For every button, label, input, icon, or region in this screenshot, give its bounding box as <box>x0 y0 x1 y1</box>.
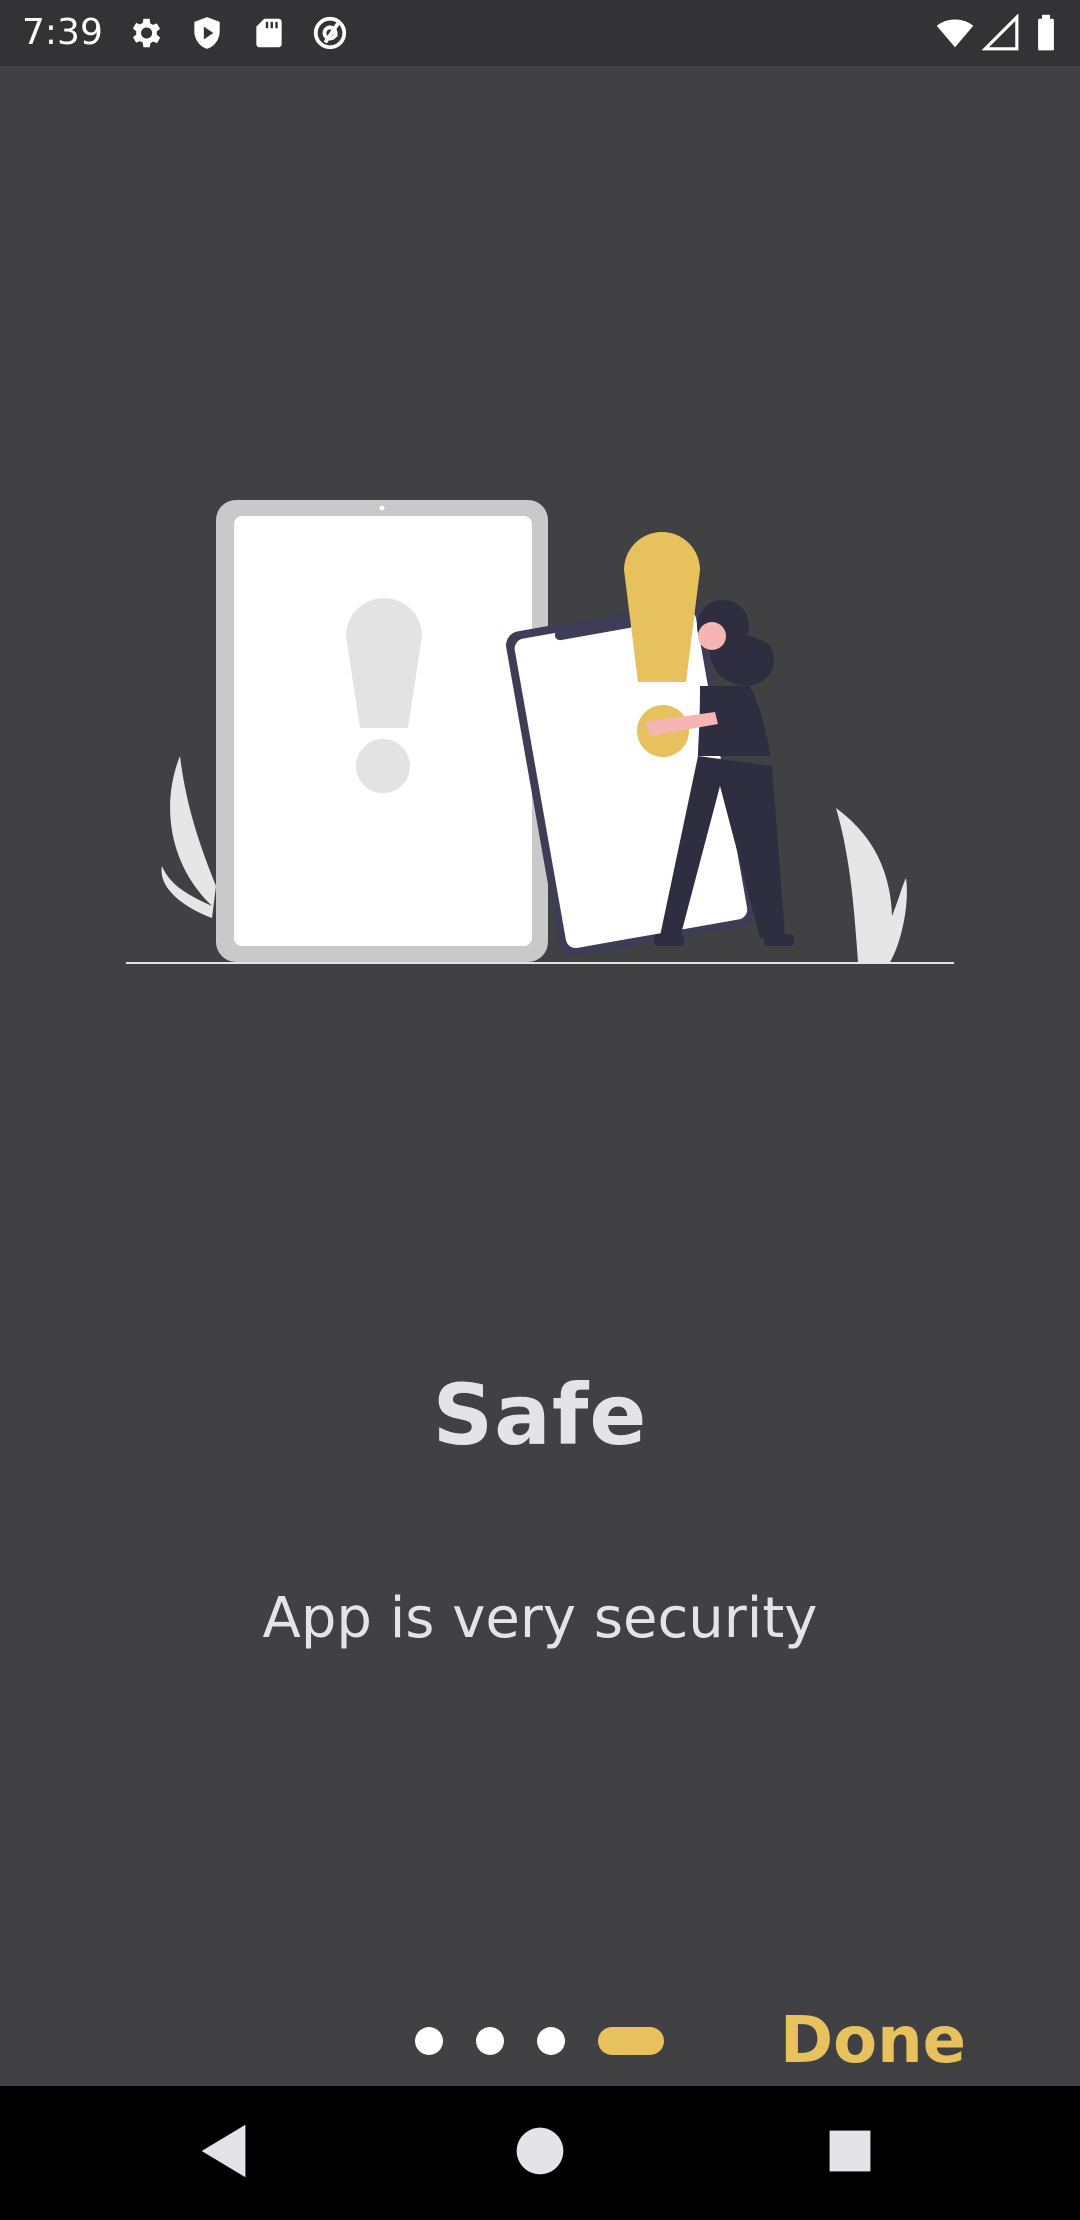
home-icon[interactable] <box>505 2116 575 2186</box>
battery-icon <box>1038 14 1054 51</box>
status-time: 7:39 <box>22 12 103 53</box>
status-bar: 7:39 <box>0 0 1080 66</box>
onboarding-screen: Safe App is very security Done <box>0 66 1080 2086</box>
security-illustration <box>126 500 954 964</box>
wifi-icon <box>936 19 974 48</box>
at-sign-icon <box>313 16 347 50</box>
page-dot-1[interactable] <box>415 2027 443 2055</box>
back-icon[interactable] <box>190 2116 260 2186</box>
done-button[interactable]: Done <box>780 2001 966 2081</box>
gear-icon <box>132 18 161 48</box>
recents-icon[interactable] <box>815 2116 885 2186</box>
page-dot-3[interactable] <box>537 2027 565 2055</box>
signal-icon <box>982 14 1019 51</box>
onboarding-title: Safe <box>432 1366 648 1464</box>
sd-card-icon <box>256 18 282 48</box>
onboarding-subtitle: App is very security <box>262 1586 818 1651</box>
page-dot-4-active[interactable] <box>598 2027 664 2055</box>
shield-play-icon <box>194 17 220 49</box>
page-dot-2[interactable] <box>476 2027 504 2055</box>
navigation-bar <box>0 2086 1080 2220</box>
